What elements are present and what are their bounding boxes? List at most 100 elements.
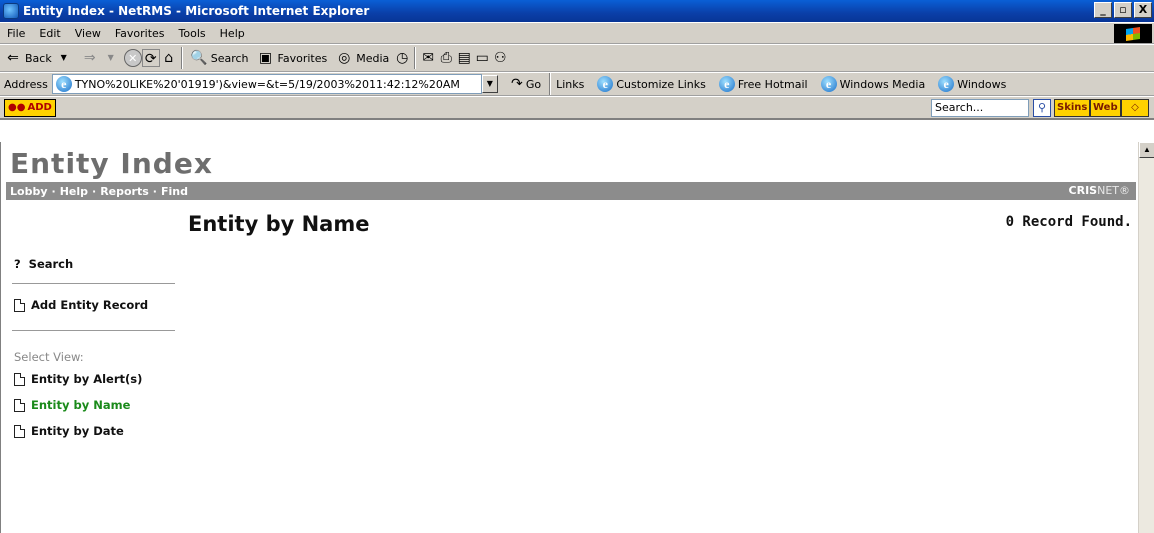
link-windows-media[interactable]: e Windows Media bbox=[818, 76, 926, 92]
search-label: Search bbox=[210, 51, 249, 65]
go-arrow-icon[interactable]: ↷ bbox=[508, 75, 526, 93]
toolbar-separator bbox=[180, 47, 183, 69]
link-label: Windows bbox=[957, 77, 1007, 91]
print-icon[interactable]: ⎙ bbox=[437, 49, 455, 67]
view-label: Entity by Name bbox=[31, 398, 131, 412]
addon-toolbar: ●● ADD Search... ⚲ Skins Web ◇ bbox=[0, 96, 1154, 120]
toolbar-separator bbox=[414, 47, 417, 69]
menu-help[interactable]: Help bbox=[213, 27, 252, 40]
view-entity-by-alerts[interactable]: Entity by Alert(s) bbox=[14, 372, 142, 386]
toolbar-separator bbox=[549, 73, 552, 95]
window-controls: _ ▫ X bbox=[1094, 2, 1152, 18]
ie-link-icon: e bbox=[938, 76, 955, 92]
chevron-down-icon: ▼ bbox=[60, 53, 67, 62]
links-label: Links bbox=[556, 77, 585, 91]
favorites-label: Favorites bbox=[277, 51, 328, 65]
nav-lobby-link[interactable]: Lobby bbox=[10, 185, 48, 198]
view-label: Entity by Date bbox=[31, 424, 124, 438]
minimize-button[interactable]: _ bbox=[1094, 2, 1112, 18]
media-button[interactable]: ◎ Media bbox=[331, 46, 393, 70]
document-icon bbox=[14, 398, 25, 412]
link-label: Windows Media bbox=[839, 77, 926, 91]
vertical-scrollbar[interactable]: ▲ bbox=[1138, 142, 1154, 533]
view-entity-by-name[interactable]: Entity by Name bbox=[14, 398, 130, 412]
menu-file[interactable]: File bbox=[0, 27, 32, 40]
back-label: Back bbox=[25, 51, 52, 65]
address-dropdown-button[interactable]: ▼ bbox=[481, 75, 498, 93]
link-label: Free Hotmail bbox=[737, 77, 808, 91]
ie-link-icon: e bbox=[820, 76, 837, 92]
menu-favorites[interactable]: Favorites bbox=[108, 27, 172, 40]
refresh-icon[interactable]: ⟳ bbox=[141, 49, 160, 67]
ie-link-icon: e bbox=[718, 76, 735, 92]
view-label: Entity by Alert(s) bbox=[31, 372, 143, 386]
address-input[interactable]: e TYNO%20LIKE%20'01919')&view=&t=5/19/20… bbox=[51, 74, 482, 94]
toolbar-search-input[interactable]: Search... bbox=[931, 99, 1029, 117]
add-label: ADD bbox=[27, 102, 52, 113]
media-label: Media bbox=[356, 51, 390, 65]
discuss-icon[interactable]: ▭ bbox=[473, 49, 491, 67]
ie-icon bbox=[3, 3, 19, 19]
add-button[interactable]: ●● ADD bbox=[4, 98, 56, 117]
go-button[interactable]: Go bbox=[526, 78, 541, 91]
page-title: Entity Index bbox=[10, 147, 213, 180]
nav-separator: · bbox=[92, 184, 97, 198]
forward-button[interactable]: ⇒ ▼ bbox=[77, 46, 124, 70]
favorites-button[interactable]: ▣ Favorites bbox=[253, 46, 332, 70]
maximize-button[interactable]: ▫ bbox=[1114, 2, 1132, 18]
close-button[interactable]: X bbox=[1134, 2, 1152, 18]
menu-bar: File Edit View Favorites Tools Help bbox=[0, 22, 1154, 44]
ie-link-icon: e bbox=[597, 76, 614, 92]
search-button[interactable]: 🔍 Search bbox=[186, 46, 253, 70]
address-bar: Address e TYNO%20LIKE%20'01919')&view=&t… bbox=[0, 72, 1154, 96]
media-icon: ◎ bbox=[338, 50, 351, 66]
address-value: TYNO%20LIKE%20'01919')&view=&t=5/19/2003… bbox=[74, 77, 460, 91]
view-entity-by-date[interactable]: Entity by Date bbox=[14, 424, 124, 438]
history-icon[interactable]: ◷ bbox=[393, 49, 411, 67]
search-link[interactable]: ? Search bbox=[14, 257, 73, 271]
skins-button[interactable]: Skins bbox=[1054, 99, 1091, 117]
add-entity-record-label: Add Entity Record bbox=[31, 298, 149, 312]
document-icon bbox=[14, 424, 25, 438]
highlight-icon[interactable]: ◇ bbox=[1121, 99, 1149, 117]
link-customize-links[interactable]: e Customize Links bbox=[594, 76, 706, 92]
stop-icon[interactable]: ✕ bbox=[123, 49, 142, 67]
link-free-hotmail[interactable]: e Free Hotmail bbox=[716, 76, 808, 92]
forward-arrow-icon: ⇒ bbox=[83, 50, 96, 66]
home-icon[interactable]: ⌂ bbox=[160, 49, 178, 67]
back-button[interactable]: ⇐ Back ▼ bbox=[0, 46, 77, 70]
crisnet-brand: CRISNET® bbox=[1069, 182, 1130, 200]
menu-edit[interactable]: Edit bbox=[32, 27, 67, 40]
select-view-label: Select View: bbox=[14, 350, 84, 364]
web-button[interactable]: Web bbox=[1090, 99, 1121, 117]
address-label: Address bbox=[4, 77, 48, 91]
window-title-bar: Entity Index - NetRMS - Microsoft Intern… bbox=[0, 0, 1154, 22]
menu-view[interactable]: View bbox=[68, 27, 108, 40]
add-entity-record-link[interactable]: Add Entity Record bbox=[14, 298, 148, 312]
mail-icon[interactable]: ✉ bbox=[419, 49, 437, 67]
edit-icon[interactable]: ▤ bbox=[455, 49, 473, 67]
link-windows[interactable]: e Windows bbox=[935, 76, 1006, 92]
menu-tools[interactable]: Tools bbox=[172, 27, 213, 40]
nav-help-link[interactable]: Help bbox=[60, 185, 88, 198]
search-icon[interactable]: ⚲ bbox=[1033, 99, 1051, 117]
document-icon bbox=[14, 372, 25, 386]
document-icon bbox=[14, 298, 25, 312]
favorites-folder-icon: ▣ bbox=[258, 50, 273, 66]
sidebar-divider bbox=[12, 283, 175, 284]
sidebar-divider bbox=[12, 330, 175, 331]
standard-toolbar: ⇐ Back ▼ ⇒ ▼ ✕ ⟳ ⌂ 🔍 Search ▣ Favorites … bbox=[0, 44, 1154, 72]
search-link-label: Search bbox=[28, 257, 74, 271]
nav-reports-link[interactable]: Reports bbox=[100, 185, 149, 198]
windows-logo-icon bbox=[1114, 24, 1152, 43]
nav-separator: · bbox=[51, 184, 56, 198]
question-icon: ? bbox=[14, 257, 21, 271]
page-content: Entity Index Lobby · Help · Reports · Fi… bbox=[6, 142, 1136, 533]
top-nav-bar: Lobby · Help · Reports · Find CRISNET® bbox=[6, 182, 1136, 200]
window-title: Entity Index - NetRMS - Microsoft Intern… bbox=[23, 4, 370, 18]
messenger-icon[interactable]: ⚇ bbox=[491, 49, 509, 67]
eyes-icon: ●● bbox=[8, 102, 26, 113]
nav-find-link[interactable]: Find bbox=[161, 185, 188, 198]
brand-bold: CRIS bbox=[1068, 184, 1098, 197]
scroll-up-arrow-icon[interactable]: ▲ bbox=[1139, 142, 1154, 158]
